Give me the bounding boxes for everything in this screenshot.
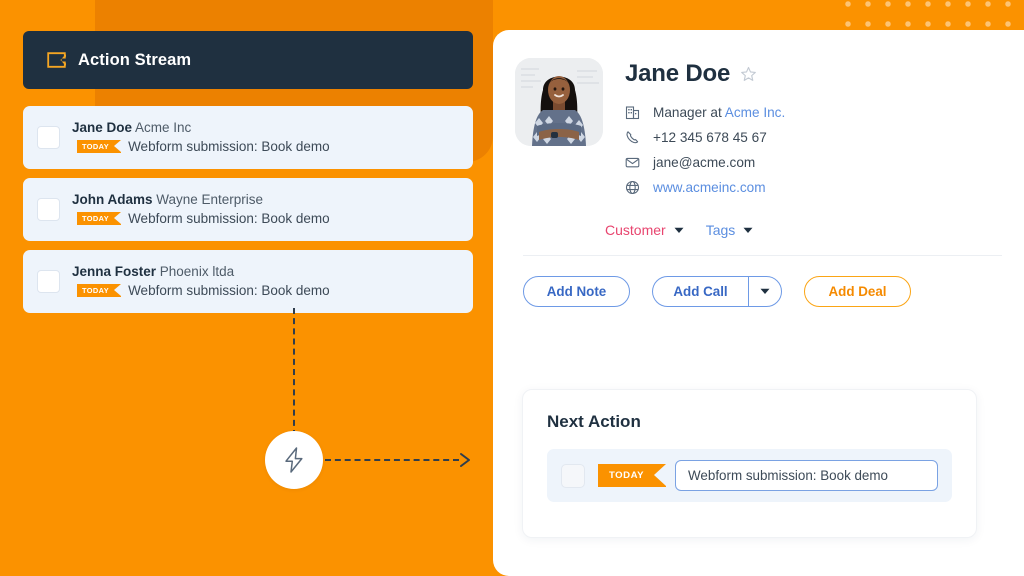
item-company-name: Phoenix ltda [156,263,235,279]
add-call-dropdown-toggle[interactable] [748,276,782,307]
item-title-line: Jane Doe Acme Inc [72,119,330,136]
chevron-down-icon [760,288,770,294]
avatar [515,58,603,146]
star-icon[interactable] [740,66,757,83]
company-role-prefix: Manager at [653,105,725,120]
arrow-right-icon [460,453,470,467]
page-title: Jane Doe [625,60,731,87]
action-stream-header: Action Stream [23,31,473,89]
item-detail-line: TODAY Webform submission: Book demo [72,139,330,154]
item-checkbox[interactable] [37,126,60,149]
contact-company-text: Manager at Acme Inc. [653,105,785,120]
item-title-line: John Adams Wayne Enterprise [72,191,330,208]
contact-row-phone: +12 345 678 45 67 [625,125,785,150]
item-activity-text: Webform submission: Book demo [128,211,330,227]
item-checkbox[interactable] [37,198,60,221]
today-badge: TODAY [598,464,667,487]
item-checkbox[interactable] [37,270,60,293]
next-action-title: Next Action [547,412,641,431]
item-activity-text: Webform submission: Book demo [128,283,330,299]
today-badge: TODAY [77,140,122,154]
decorative-dot-pattern [838,0,1024,28]
item-activity-text: Webform submission: Book demo [128,139,330,155]
next-action-row: TODAY [547,449,952,502]
flow-connector-horizontal [325,459,459,461]
contact-header: Jane Doe Manager at Acme Inc. +12 345 67… [493,30,1024,200]
globe-icon [625,180,640,195]
list-item[interactable]: Jenna Foster Phoenix ltda TODAY Webform … [23,250,473,313]
item-body: John Adams Wayne Enterprise TODAY Webfor… [72,191,330,227]
building-icon [625,106,640,120]
customer-type-dropdown[interactable]: Customer [605,222,684,238]
add-call-button[interactable]: Add Call [652,276,748,307]
action-stream-title: Action Stream [78,50,192,69]
add-call-split-button: Add Call [652,276,782,307]
website-link[interactable]: www.acmeinc.com [653,180,766,195]
contact-name-row: Jane Doe [625,60,785,88]
item-person-name: Jane Doe [72,119,133,135]
phone-icon [626,131,639,144]
flow-node[interactable] [265,431,323,489]
chevron-down-icon [743,227,753,233]
action-button-row: Add Note Add Call Add Deal [493,256,1024,307]
today-badge: TODAY [77,284,122,298]
action-stream-list: Jane Doe Acme Inc TODAY Webform submissi… [23,106,473,322]
company-link[interactable]: Acme Inc. [725,105,785,120]
tags-dropdown[interactable]: Tags [706,222,754,238]
contact-row-website: www.acmeinc.com [625,175,785,200]
contact-info: Jane Doe Manager at Acme Inc. +12 345 67… [625,58,785,200]
next-action-card: Next Action TODAY [522,389,977,538]
contact-meta-row: Customer Tags [493,200,1024,238]
app-canvas: Action Stream Jane Doe Acme Inc TODAY We… [0,0,1024,576]
today-badge: TODAY [77,212,122,226]
item-company-name: Acme Inc [132,119,192,135]
item-company-name: Wayne Enterprise [152,191,264,207]
customer-type-label: Customer [605,222,666,238]
contact-row-company: Manager at Acme Inc. [625,100,785,125]
add-deal-button[interactable]: Add Deal [804,276,911,307]
item-title-line: Jenna Foster Phoenix ltda [72,263,330,280]
item-body: Jane Doe Acme Inc TODAY Webform submissi… [72,119,330,155]
next-action-input[interactable] [675,460,938,491]
next-action-checkbox[interactable] [561,463,585,488]
tags-label: Tags [705,222,736,238]
lightning-bolt-icon [285,447,303,473]
flow-connector-vertical [293,308,295,436]
add-note-button[interactable]: Add Note [523,276,630,307]
action-stream-icon [47,52,66,68]
contact-email-text: jane@acme.com [653,155,756,170]
contact-detail-panel: Jane Doe Manager at Acme Inc. +12 345 67… [493,30,1024,576]
contact-phone-text: +12 345 678 45 67 [653,130,767,145]
list-item[interactable]: John Adams Wayne Enterprise TODAY Webfor… [23,178,473,241]
item-detail-line: TODAY Webform submission: Book demo [72,211,330,226]
item-person-name: John Adams [72,191,153,207]
item-detail-line: TODAY Webform submission: Book demo [72,283,330,298]
contact-row-email: jane@acme.com [625,150,785,175]
chevron-down-icon [674,227,684,233]
list-item[interactable]: Jane Doe Acme Inc TODAY Webform submissi… [23,106,473,169]
item-person-name: Jenna Foster [72,263,157,279]
item-body: Jenna Foster Phoenix ltda TODAY Webform … [72,263,330,299]
envelope-icon [625,157,640,168]
